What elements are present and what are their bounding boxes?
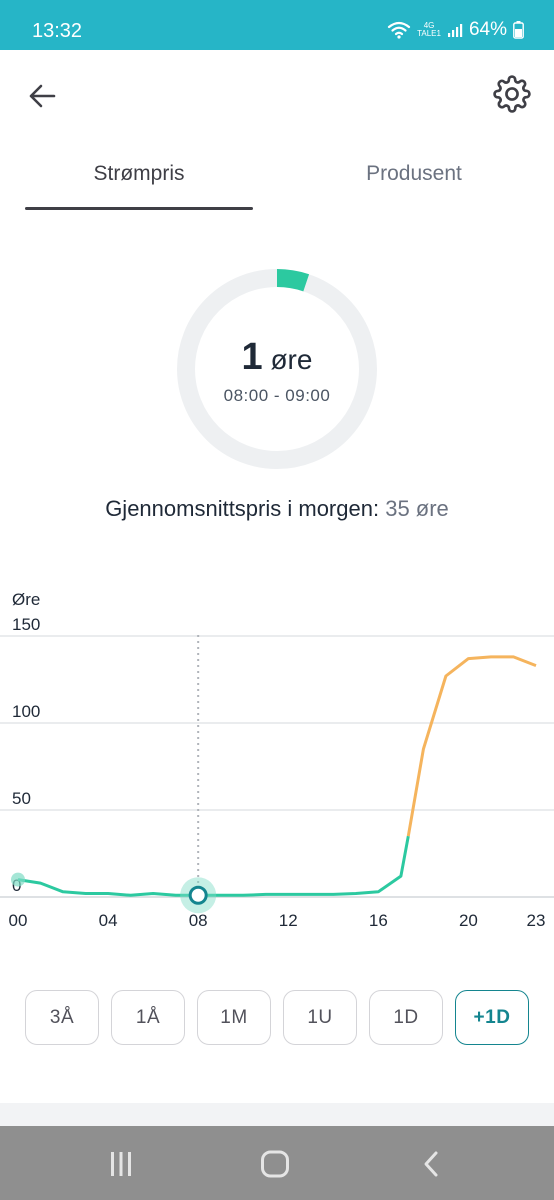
average-value: 35 øre — [385, 496, 449, 521]
range-button-plus-1d[interactable]: +1D — [455, 990, 529, 1045]
settings-button[interactable] — [492, 74, 532, 114]
status-bar: 13:32 4G TALE1 64% — [0, 0, 554, 50]
x-tick-label: 12 — [279, 911, 298, 930]
arrow-left-icon — [29, 84, 56, 108]
current-price-unit: øre — [270, 344, 313, 375]
back-icon — [424, 1151, 438, 1177]
average-label: Gjennomsnittspris i morgen: — [105, 496, 380, 521]
current-price-value: 1 — [241, 336, 263, 378]
y-tick-label: 100 — [12, 702, 40, 721]
y-tick-label: 150 — [12, 615, 40, 634]
x-tick-label: 16 — [369, 911, 388, 930]
home-icon — [261, 1150, 289, 1178]
x-tick-label: 20 — [459, 911, 478, 930]
chart-grid — [0, 635, 554, 898]
recent-apps-button[interactable] — [101, 1148, 141, 1180]
gauge-progress — [276, 268, 310, 292]
current-price: 1 øre — [176, 336, 378, 379]
chart-start-point — [11, 872, 25, 887]
x-tick-label: 08 — [189, 911, 208, 930]
system-back-button[interactable] — [411, 1148, 451, 1180]
x-tick-label: 04 — [99, 911, 118, 930]
system-nav-bar — [0, 1126, 554, 1200]
range-button-1m[interactable]: 1M — [197, 990, 271, 1045]
status-icons: 4G TALE1 64% — [387, 19, 524, 41]
range-button-3y[interactable]: 3Å — [25, 990, 99, 1045]
network-type: 4G TALE1 — [417, 21, 441, 38]
back-button[interactable] — [22, 78, 62, 114]
x-tick-label: 00 — [9, 911, 28, 930]
selected-point[interactable] — [188, 885, 208, 905]
signal-icon — [447, 24, 463, 37]
price-chart[interactable]: 050100150 Øre 00040812162023 — [0, 585, 554, 930]
range-button-1w[interactable]: 1U — [283, 990, 357, 1045]
range-button-1y[interactable]: 1Å — [111, 990, 185, 1045]
current-time-range: 08:00 - 09:00 — [223, 386, 331, 405]
range-button-1d[interactable]: 1D — [369, 990, 443, 1045]
x-axis: 00 04 08 12 16 20 23 — [9, 911, 546, 930]
status-time: 13:32 — [32, 20, 83, 42]
gear-icon — [493, 75, 531, 113]
active-tab-indicator — [25, 207, 253, 210]
y-tick-label: 50 — [12, 789, 31, 808]
price-lines — [17, 655, 537, 897]
recent-apps-icon — [111, 1152, 131, 1176]
tab-strompris[interactable]: Strømpris — [25, 162, 253, 186]
y-axis: 050100150 — [12, 615, 40, 895]
tab-bar: Strømpris Produsent — [0, 140, 554, 212]
y-axis-label: Øre — [12, 590, 40, 609]
range-selector: 3Å 1Å 1M 1U 1D +1D — [0, 990, 554, 1046]
battery-percent: 64% — [468, 19, 507, 40]
top-bar — [0, 50, 554, 140]
price-line-high — [406, 655, 537, 837]
tab-produsent[interactable]: Produsent — [300, 162, 528, 186]
x-tick-label: 23 — [527, 911, 546, 930]
bottom-strip — [0, 1103, 554, 1126]
home-button[interactable] — [255, 1148, 295, 1180]
battery-icon — [513, 21, 524, 39]
average-price: Gjennomsnittspris i morgen: 35 øre — [0, 496, 554, 522]
wifi-icon — [387, 21, 411, 39]
